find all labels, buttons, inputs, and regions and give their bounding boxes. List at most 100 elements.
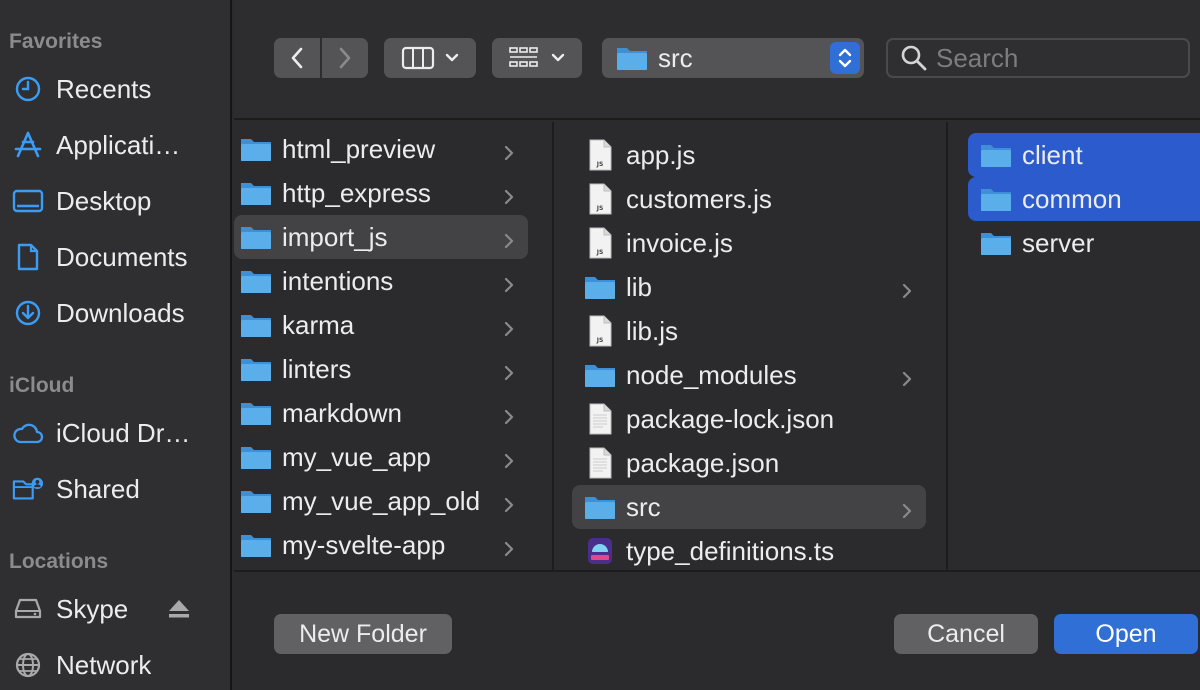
item-name: linters (282, 354, 351, 385)
folder-row[interactable]: src (572, 485, 926, 529)
search-field[interactable] (886, 38, 1190, 78)
item-name: karma (282, 310, 354, 341)
sidebar-item-skype[interactable]: Skype (0, 586, 230, 632)
folder-icon (240, 397, 272, 429)
sidebar-item-applications[interactable]: Applicati… (0, 122, 230, 168)
chevron-right-icon (502, 315, 516, 335)
item-name: app.js (626, 140, 695, 171)
path-popup[interactable]: src (602, 38, 864, 78)
file-row[interactable]: JS customers.js (572, 177, 926, 221)
folder-icon (584, 271, 616, 303)
folder-icon (240, 441, 272, 473)
document-icon (12, 241, 44, 273)
sidebar-item-network[interactable]: Network (0, 642, 230, 688)
item-name: package.json (626, 448, 779, 479)
folder-row[interactable]: markdown (234, 391, 528, 435)
js-file-icon: JS (584, 227, 616, 259)
new-folder-button[interactable]: New Folder (274, 614, 452, 654)
sidebar-item-downloads[interactable]: Downloads (0, 290, 230, 336)
item-name: markdown (282, 398, 402, 429)
js-file-icon: JS (584, 183, 616, 215)
folder-row[interactable]: server (968, 221, 1200, 265)
eject-icon[interactable] (166, 596, 192, 622)
back-button[interactable] (274, 38, 320, 78)
item-name: html_preview (282, 134, 435, 165)
navigation-control (274, 38, 368, 78)
path-stepper[interactable] (830, 42, 860, 74)
folder-row[interactable]: client (968, 133, 1200, 177)
up-down-chevron-icon (837, 46, 853, 70)
item-name: intentions (282, 266, 393, 297)
column-browser: html_preview http_express import_jsintenti… (234, 122, 1200, 570)
file-row[interactable]: JS lib.js (572, 309, 926, 353)
folder-icon (240, 529, 272, 561)
globe-icon (12, 649, 44, 681)
folder-row[interactable]: node_modules (572, 353, 926, 397)
file-row[interactable]: package.json (572, 441, 926, 485)
item-name: common (1022, 184, 1122, 215)
toolbar: src (234, 0, 1200, 120)
folder-row[interactable]: linters (234, 347, 528, 391)
chevron-right-icon (900, 277, 914, 297)
view-mode-button[interactable] (384, 38, 476, 78)
ts-file-icon (584, 535, 616, 567)
folder-row[interactable]: my_vue_app_old (234, 479, 528, 523)
folder-row[interactable]: my_vue_app (234, 435, 528, 479)
folder-row[interactable]: lib (572, 265, 926, 309)
file-row[interactable]: type_definitions.ts (572, 529, 926, 570)
item-name: lib.js (626, 316, 678, 347)
chevron-right-icon (502, 447, 516, 467)
file-row[interactable]: JSapp.js (572, 133, 926, 177)
svg-text:JS: JS (596, 249, 604, 256)
sidebar-item-desktop[interactable]: Desktop (0, 178, 230, 224)
svg-text:JS: JS (596, 205, 604, 212)
folder-icon (240, 485, 272, 517)
file-row[interactable]: JSinvoice.js (572, 221, 926, 265)
folder-icon (240, 221, 272, 253)
search-icon (900, 44, 928, 72)
clock-icon (12, 73, 44, 105)
folder-row[interactable]: import_js (234, 215, 528, 259)
folder-row[interactable]: my-svelte-app (234, 523, 528, 567)
chevron-right-icon (502, 359, 516, 379)
folder-icon (980, 227, 1012, 259)
folder-row[interactable]: intentions (234, 259, 528, 303)
chevron-right-icon (502, 535, 516, 555)
chevron-down-icon (551, 53, 565, 63)
sidebar-item-label: iCloud Dri… (56, 418, 196, 449)
item-name: my_vue_app_old (282, 486, 480, 517)
chevron-right-icon (502, 403, 516, 423)
chevron-right-icon (900, 365, 914, 385)
cancel-button[interactable]: Cancel (894, 614, 1038, 654)
column-3: client common server (946, 122, 1200, 570)
open-button[interactable]: Open (1054, 614, 1198, 654)
path-folder-name: src (658, 43, 693, 74)
sidebar-item-shared[interactable]: Shared (0, 466, 230, 512)
sidebar-item-label: Desktop (56, 186, 151, 217)
document-icon (584, 403, 616, 435)
item-name: node_modules (626, 360, 797, 391)
folder-row[interactable]: http_express (234, 171, 528, 215)
folder-row[interactable]: common (968, 177, 1200, 221)
svg-text:JS: JS (596, 337, 604, 344)
folder-row[interactable]: html_preview (234, 127, 528, 171)
item-name: src (626, 492, 661, 523)
forward-button[interactable] (322, 38, 368, 78)
sidebar-item-recents[interactable]: Recents (0, 66, 230, 112)
chevron-right-icon (502, 183, 516, 203)
item-name: customers.js (626, 184, 772, 215)
search-input[interactable] (936, 43, 1176, 74)
sidebar-item-label: Recents (56, 74, 151, 105)
document-icon (584, 447, 616, 479)
folder-icon (240, 133, 272, 165)
folder-row[interactable]: karma (234, 303, 528, 347)
sidebar-item-icloud-drive[interactable]: iCloud Dri… (0, 410, 230, 456)
file-row[interactable]: package-lock.json (572, 397, 926, 441)
item-name: import_js (282, 222, 387, 253)
folder-icon (240, 353, 272, 385)
column-1: html_preview http_express import_jsintenti… (234, 122, 550, 570)
chevron-right-icon (338, 47, 352, 69)
bottom-bar: New Folder Cancel Open (234, 570, 1200, 690)
group-by-button[interactable] (492, 38, 582, 78)
sidebar-item-documents[interactable]: Documents (0, 234, 230, 280)
